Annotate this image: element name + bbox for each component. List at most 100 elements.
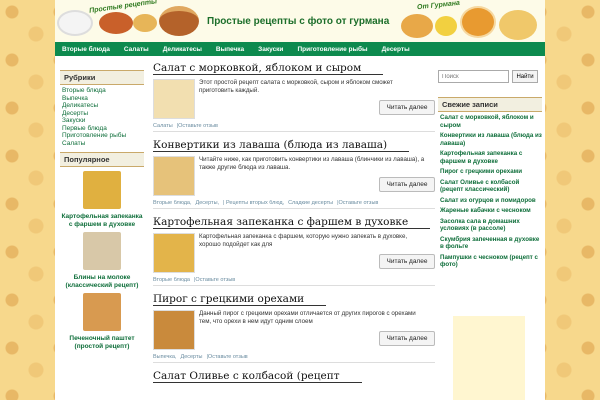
post-meta-link[interactable]: |Оставьте отзыв — [206, 354, 247, 360]
rubric-link[interactable]: Выпечка — [60, 95, 144, 103]
popular-item[interactable]: Картофельная запеканка с фаршем в духовк… — [60, 171, 144, 228]
nav-item[interactable]: Десерты — [375, 46, 417, 53]
read-more-button[interactable]: Читать далее — [379, 100, 435, 115]
post-meta-link[interactable]: Вторые блюда — [153, 277, 190, 283]
post: Салат Оливье с колбасой (рецепт — [153, 370, 435, 383]
rubrics-list: Вторые блюда Выпечка Деликатесы Десерты Заку… — [60, 87, 144, 147]
post-title[interactable]: Салат Оливье с колбасой (рецепт — [153, 370, 362, 383]
popular-item[interactable]: Печеночный паштет (простой рецепт) — [60, 293, 144, 350]
rubric-link[interactable]: Деликатесы — [60, 102, 144, 110]
popular-thumb[interactable] — [83, 293, 121, 331]
right-sidebar: Найти Свежие записи Салат с морковкой, я… — [438, 70, 542, 272]
recent-post-link[interactable]: Конвертики из лаваша (блюда из лаваша) — [440, 132, 542, 147]
popular-title: Популярное — [60, 152, 144, 167]
post-meta: Салаты |Оставьте отзыв — [153, 123, 435, 132]
popular-label[interactable]: Блины на молоке (классический рецепт) — [60, 274, 144, 289]
nav-item[interactable]: Вторые блюда — [55, 46, 117, 53]
pastry-image — [133, 14, 157, 32]
recent-post-link[interactable]: Жареные кабачки с чесноком — [440, 207, 542, 215]
search-button[interactable]: Найти — [512, 70, 538, 83]
rubric-link[interactable]: Салаты — [60, 140, 144, 148]
ad-block — [453, 316, 525, 400]
recent-post-link[interactable]: Салат с морковкой, яблоком и сыром — [440, 114, 542, 129]
post-meta-link[interactable]: |Оставьте отзыв — [177, 123, 218, 129]
post-meta-link[interactable]: Десерты, — [196, 200, 220, 206]
post-meta: Вторые блюда, Десерты, | Рецепты вторых бл… — [153, 200, 435, 209]
post-meta-link[interactable]: Салаты — [153, 123, 173, 129]
popular-label[interactable]: Печеночный паштет (простой рецепт) — [60, 335, 144, 350]
post-body: Данный пирог с грецкими орехами отличает… — [153, 310, 435, 354]
logo-right-text: От Гурмана — [416, 0, 461, 12]
post-title[interactable]: Салат с морковкой, яблоком и сыром — [153, 62, 384, 75]
post-meta: Вторые блюда |Оставьте отзыв — [153, 277, 435, 286]
recent-post-link[interactable]: Пирог с грецкими орехами — [440, 168, 542, 176]
main-content: Салат с морковкой, яблоком и сыром Этот п… — [153, 62, 435, 390]
page-container: Простые рецепты Простые рецепты с фото о… — [55, 0, 545, 400]
post-thumbnail[interactable] — [153, 310, 195, 350]
popular-thumb[interactable] — [83, 171, 121, 209]
nav-item[interactable]: Деликатесы — [156, 46, 209, 53]
popular-label[interactable]: Картофельная запеканка с фаршем в духовк… — [60, 213, 144, 228]
post-meta-link[interactable]: |Оставьте отзыв — [194, 277, 235, 283]
nav-item[interactable]: Закуски — [251, 46, 290, 53]
post-body: Этот простой рецепт салата с морковкой, … — [153, 79, 435, 123]
post-excerpt: Данный пирог с грецкими орехами отличает… — [199, 310, 416, 325]
post-title[interactable]: Картофельная запеканка с фаршем в духовк… — [153, 216, 431, 229]
post: Картофельная запеканка с фаршем в духовк… — [153, 216, 435, 286]
search-input[interactable] — [438, 70, 509, 83]
burger-image — [159, 6, 199, 36]
post-thumbnail[interactable] — [153, 233, 195, 273]
nav-item[interactable]: Выпечка — [209, 46, 251, 53]
recent-list: Салат с морковкой, яблоком и сыром Конвер… — [438, 114, 542, 269]
popular-list: Картофельная запеканка с фаршем в духовк… — [60, 171, 144, 350]
read-more-button[interactable]: Читать далее — [379, 331, 435, 346]
post-body: Читайте ниже, как приготовить конвертики… — [153, 156, 435, 200]
recent-post-link[interactable]: Засолка сала в домашних условиях (в расс… — [440, 218, 542, 233]
recent-post-link[interactable]: Скумбрия запеченная в духовке в фольге — [440, 236, 542, 251]
post: Конвертики из лаваша (блюда из лаваша) Чи… — [153, 139, 435, 209]
post-meta-link[interactable]: |Оставьте отзыв — [337, 200, 378, 206]
rubric-link[interactable]: Приготовление рыбы — [60, 132, 144, 140]
post: Пирог с грецкими орехами Данный пирог с г… — [153, 293, 435, 363]
nav-item[interactable]: Приготовление рыбы — [290, 46, 374, 53]
post-body: Картофельная запеканка с фаршем, которую… — [153, 233, 435, 277]
post-excerpt: Картофельная запеканка с фаршем, которую… — [199, 233, 408, 248]
recent-title: Свежие записи — [438, 97, 542, 112]
popular-item[interactable]: Блины на молоке (классический рецепт) — [60, 232, 144, 289]
site-title[interactable]: Простые рецепты с фото от гурмана — [207, 16, 389, 27]
recent-post-link[interactable]: Пампушки с чесноком (рецепт с фото) — [440, 254, 542, 269]
post-excerpt: Читайте ниже, как приготовить конвертики… — [199, 156, 425, 171]
rubric-link[interactable]: Первые блюда — [60, 125, 144, 133]
main-nav: Вторые блюда Салаты Деликатесы Выпечка Закус… — [55, 42, 545, 56]
rubric-link[interactable]: Вторые блюда — [60, 87, 144, 95]
recent-post-link[interactable]: Салат Оливье с колбасой (рецепт классиче… — [440, 179, 542, 194]
post-title[interactable]: Конвертики из лаваша (блюда из лаваша) — [153, 139, 410, 152]
plate-image — [57, 10, 93, 36]
rubric-link[interactable]: Десерты — [60, 110, 144, 118]
rubrics-title: Рубрики — [60, 70, 144, 85]
popular-thumb[interactable] — [83, 232, 121, 270]
post-meta-link[interactable]: Вторые блюда, — [153, 200, 192, 206]
post-meta-link[interactable]: Выпечка, — [153, 354, 176, 360]
post-thumbnail[interactable] — [153, 156, 195, 196]
post-title[interactable]: Пирог с грецкими орехами — [153, 293, 327, 306]
left-sidebar: Рубрики Вторые блюда Выпечка Деликатесы Дес… — [60, 70, 144, 350]
nav-item[interactable]: Салаты — [117, 46, 156, 53]
read-more-button[interactable]: Читать далее — [379, 177, 435, 192]
post-thumbnail[interactable] — [153, 79, 195, 119]
post-meta-link[interactable]: Десерты — [180, 354, 202, 360]
recent-post-link[interactable]: Салат из огурцов и помидоров — [440, 197, 542, 205]
site-header: Простые рецепты Простые рецепты с фото о… — [55, 0, 545, 42]
fruit-image — [499, 10, 537, 40]
post: Салат с морковкой, яблоком и сыром Этот п… — [153, 62, 435, 132]
post-meta: Выпечка, Десерты |Оставьте отзыв — [153, 354, 435, 363]
post-meta-link[interactable]: Сладкие десерты — [288, 200, 333, 206]
rubric-link[interactable]: Закуски — [60, 117, 144, 125]
read-more-button[interactable]: Читать далее — [379, 254, 435, 269]
pancakes-image — [401, 14, 433, 38]
recent-posts: Свежие записи Салат с морковкой, яблоком… — [438, 97, 542, 269]
recent-post-link[interactable]: Картофельная запеканка с фаршем в духовк… — [440, 150, 542, 165]
salad-image — [99, 12, 133, 34]
tea-image — [460, 6, 496, 38]
post-meta-link[interactable]: | Рецепты вторых блюд, — [223, 200, 284, 206]
